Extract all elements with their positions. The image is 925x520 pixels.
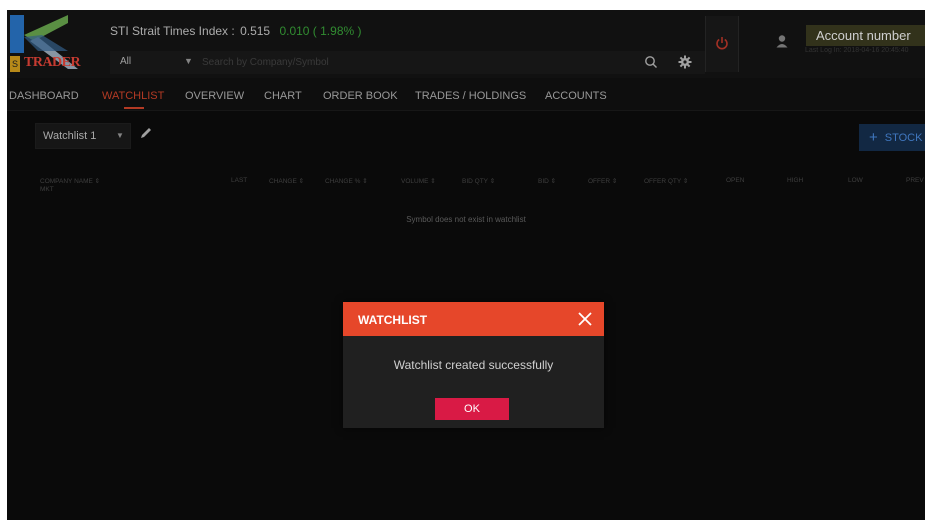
watchlist-dialog: WATCHLIST Watchlist created successfully… — [343, 302, 604, 428]
dialog-header: WATCHLIST — [343, 302, 604, 336]
close-icon[interactable] — [577, 311, 593, 332]
dialog-title: WATCHLIST — [358, 313, 428, 327]
dialog-message: Watchlist created successfully — [393, 358, 554, 372]
ok-button[interactable]: OK — [435, 398, 509, 420]
modal-overlay — [7, 10, 925, 520]
trading-app: S TRADER STI Strait Times Index : 0.515 … — [7, 10, 925, 520]
